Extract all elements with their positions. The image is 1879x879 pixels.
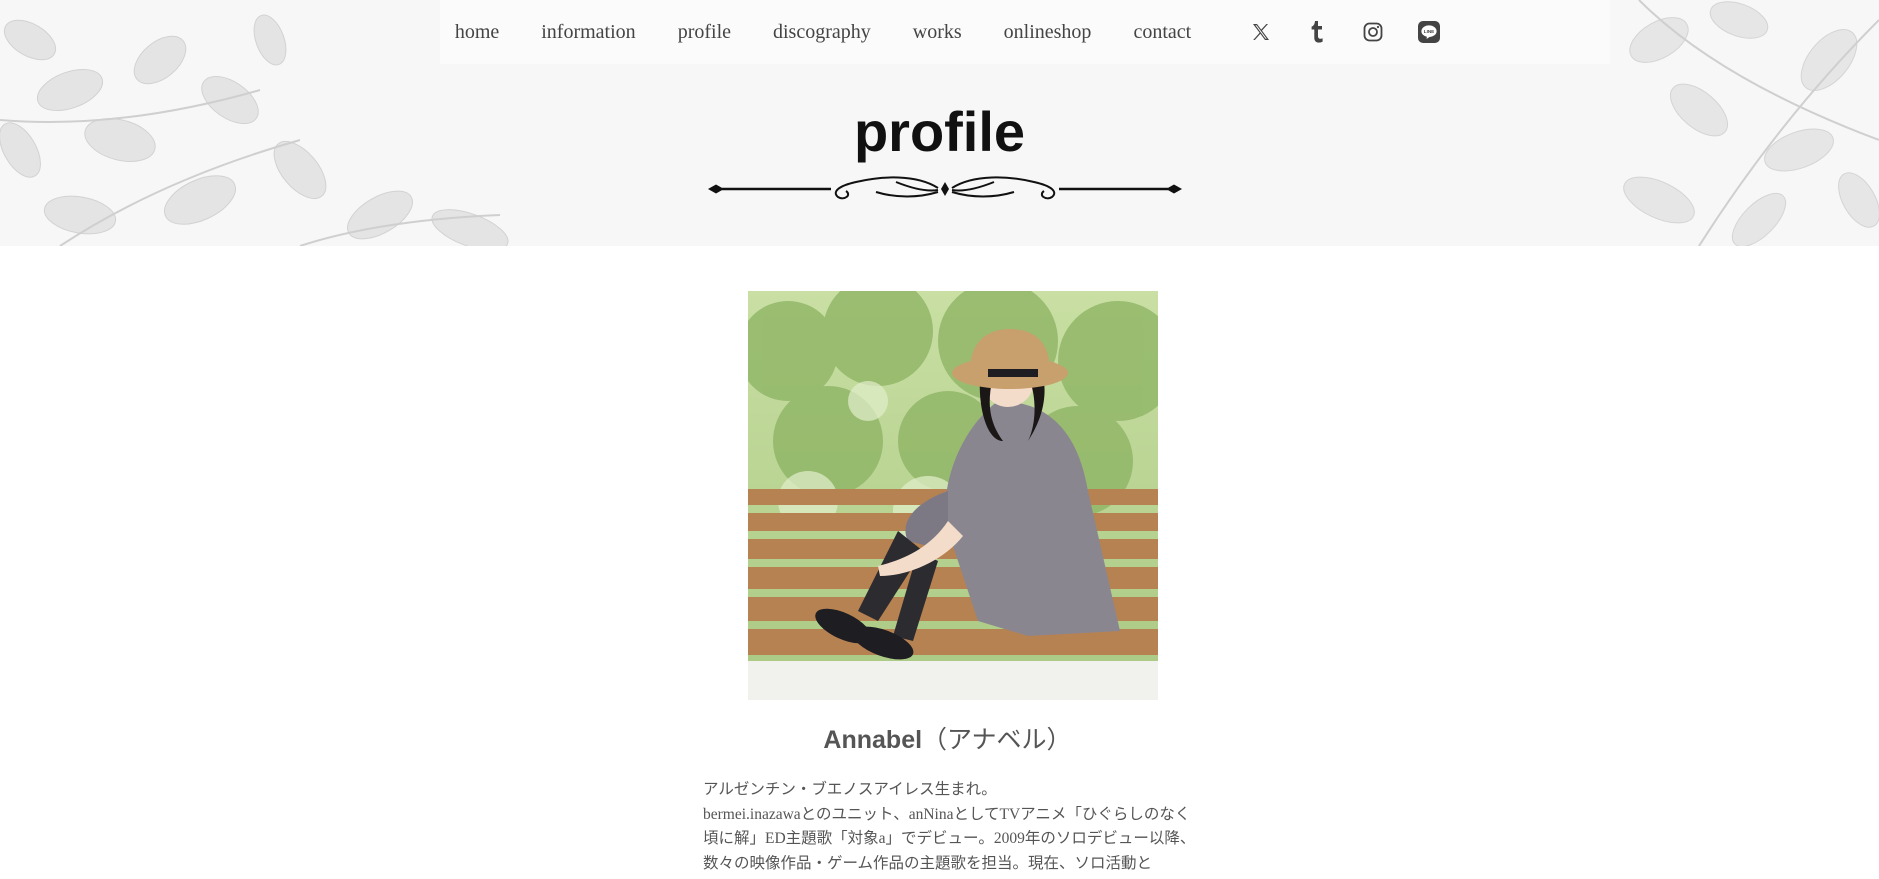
nav-profile[interactable]: profile <box>678 21 731 44</box>
artist-name-latin: Annabel <box>823 726 923 754</box>
nav-discography[interactable]: discography <box>773 21 871 44</box>
nav-home[interactable]: home <box>455 21 499 44</box>
svg-text:LINE: LINE <box>1424 29 1434 34</box>
nav-links: home information profile discography wor… <box>434 19 1457 45</box>
nav-works[interactable]: works <box>913 21 962 44</box>
nav-information[interactable]: information <box>541 21 635 44</box>
page-title: profile <box>853 100 1026 163</box>
nav-contact[interactable]: contact <box>1133 21 1191 44</box>
bio-line: アルゼンチン・ブエノスアイレス生まれ。 <box>703 781 997 798</box>
header-banner: home information profile discography wor… <box>0 0 1879 246</box>
artist-name: Annabel（アナベル） <box>0 720 1879 756</box>
line-icon[interactable]: LINE <box>1416 19 1442 45</box>
nav-onlineshop[interactable]: onlineshop <box>1004 21 1092 44</box>
x-icon[interactable] <box>1248 19 1274 45</box>
instagram-icon[interactable] <box>1360 19 1386 45</box>
title-ornament <box>708 176 1182 200</box>
bio-line: bermei.inazawaとのユニット、anNinaとしてTVアニメ「ひぐらし… <box>703 805 1196 872</box>
social-links: LINE <box>1233 19 1457 45</box>
artist-name-kana: （アナベル） <box>922 726 1072 754</box>
main-navigation: home information profile discography wor… <box>0 0 1879 64</box>
tumblr-icon[interactable] <box>1304 19 1330 45</box>
artist-bio: アルゼンチン・ブエノスアイレス生まれ。 bermei.inazawaとのユニット… <box>703 778 1203 876</box>
artist-photo <box>748 291 1158 700</box>
